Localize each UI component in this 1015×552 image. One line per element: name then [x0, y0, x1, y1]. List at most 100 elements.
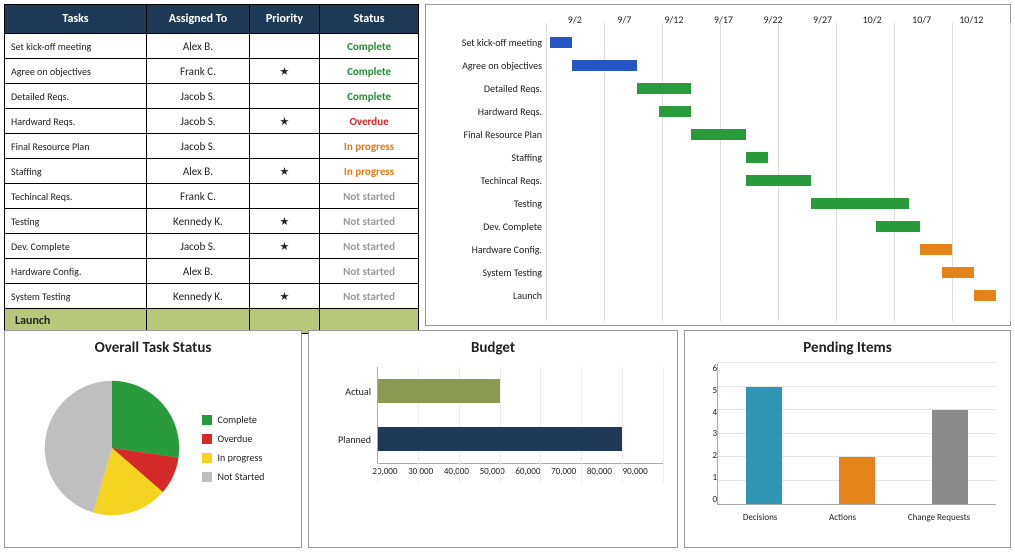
axis-tick: 0	[699, 494, 717, 505]
budget-chart-panel: Budget ActualPlanned 20,00030,00040,0005…	[308, 330, 678, 548]
axis-tick: 6	[699, 363, 717, 374]
assignee-cell: Alex B.	[147, 259, 250, 284]
gantt-row: Dev. Complete	[430, 215, 996, 238]
gantt-bar	[746, 175, 811, 186]
gantt-label: Final Resource Plan	[430, 128, 550, 141]
gantt-row: Hardware Config.	[430, 238, 996, 261]
pending-bar	[746, 387, 782, 505]
gantt-bar	[876, 221, 920, 232]
status-cell: In progress	[320, 159, 419, 184]
gantt-row: Staffing	[430, 146, 996, 169]
task-cell: Final Resource Plan	[5, 134, 147, 159]
budget-row: Actual	[323, 367, 663, 415]
gantt-row: Final Resource Plan	[430, 123, 996, 146]
status-cell: Not started	[320, 234, 419, 259]
budget-bar	[378, 379, 500, 403]
pending-bar	[932, 410, 968, 504]
gantt-label: Detailed Reqs.	[430, 82, 550, 95]
gantt-bar	[659, 106, 692, 117]
legend-item: In progress	[202, 451, 265, 464]
table-row: Techincal Reqs.Frank C. Not started	[5, 184, 419, 209]
task-cell: System Testing	[5, 284, 147, 309]
table-row: TestingKennedy K.★Not started	[5, 209, 419, 234]
task-cell: Detailed Reqs.	[5, 84, 147, 109]
priority-cell	[249, 84, 319, 109]
gantt-label: Testing	[430, 197, 550, 210]
status-cell: Complete	[320, 84, 419, 109]
gantt-bar	[572, 60, 637, 71]
assignee-cell: Frank C.	[147, 59, 250, 84]
gantt-label: Set kick-off meeting	[430, 36, 550, 49]
task-cell: Hardware Config.	[5, 259, 147, 284]
status-cell: Overdue	[320, 109, 419, 134]
axis-label: Actions	[829, 512, 856, 523]
gantt-label: Hardware Config.	[430, 243, 550, 256]
status-cell: Not started	[320, 184, 419, 209]
table-row: Agree on objectivesFrank C.★Complete	[5, 59, 419, 84]
gantt-bar	[974, 290, 996, 301]
gantt-bar	[942, 267, 975, 278]
gantt-bar	[550, 37, 572, 48]
budget-bar	[378, 427, 622, 451]
table-row: Hardward Reqs.Jacob S.★Overdue	[5, 109, 419, 134]
axis-label: Decisions	[743, 512, 777, 523]
assignee-cell: Alex B.	[147, 34, 250, 59]
priority-cell	[249, 34, 319, 59]
legend-label: In progress	[218, 451, 263, 464]
col-header: Assigned To	[147, 5, 250, 34]
legend-swatch	[202, 472, 212, 482]
col-header: Tasks	[5, 5, 147, 34]
task-cell: Set kick-off meeting	[5, 34, 147, 59]
col-header: Status	[320, 5, 419, 34]
legend-label: Complete	[218, 413, 257, 426]
legend-item: Overdue	[202, 432, 265, 445]
assignee-cell: Frank C.	[147, 184, 250, 209]
gantt-row: Detailed Reqs.	[430, 77, 996, 100]
legend-swatch	[202, 434, 212, 444]
status-cell: Not started	[320, 209, 419, 234]
budget-label: Actual	[323, 385, 377, 398]
gantt-row: Launch	[430, 284, 996, 307]
priority-cell: ★	[249, 234, 319, 259]
gantt-bar	[920, 244, 953, 255]
gantt-row: System Testing	[430, 261, 996, 284]
pie-chart	[42, 378, 182, 518]
priority-cell: ★	[249, 209, 319, 234]
gantt-row: Agree on objectives	[430, 54, 996, 77]
priority-cell	[249, 259, 319, 284]
priority-cell: ★	[249, 109, 319, 134]
priority-cell	[249, 134, 319, 159]
assignee-cell: Alex B.	[147, 159, 250, 184]
task-cell: Hardward Reqs.	[5, 109, 147, 134]
table-row: Final Resource PlanJacob S.In progress	[5, 134, 419, 159]
task-table: TasksAssigned ToPriorityStatus Set kick-…	[4, 4, 419, 334]
axis-tick: 5	[699, 385, 717, 396]
pie-legend: Complete Overdue In progress Not Started	[202, 407, 265, 489]
task-cell: Staffing	[5, 159, 147, 184]
gantt-label: Hardward Reqs.	[430, 105, 550, 118]
task-cell: Techincal Reqs.	[5, 184, 147, 209]
priority-cell: ★	[249, 159, 319, 184]
gantt-label: Techincal Reqs.	[430, 174, 550, 187]
gantt-label: Launch	[430, 289, 550, 302]
gantt-chart: 9/29/79/129/179/229/2710/210/710/12 Set …	[425, 4, 1011, 326]
assignee-cell: Jacob S.	[147, 234, 250, 259]
legend-label: Not Started	[218, 470, 265, 483]
task-cell: Agree on objectives	[5, 59, 147, 84]
gantt-bar	[691, 129, 745, 140]
legend-swatch	[202, 415, 212, 425]
gantt-row: Testing	[430, 192, 996, 215]
table-row: Hardware Config.Alex B.Not started	[5, 259, 419, 284]
axis-tick: 1	[699, 472, 717, 483]
gantt-bar	[811, 198, 909, 209]
task-cell: Testing	[5, 209, 147, 234]
gantt-label: Dev. Complete	[430, 220, 550, 233]
axis-tick: 3	[699, 428, 717, 439]
axis-tick: 4	[699, 407, 717, 418]
gantt-label: Staffing	[430, 151, 550, 164]
legend-item: Not Started	[202, 470, 265, 483]
gantt-bar	[637, 83, 691, 94]
assignee-cell: Jacob S.	[147, 134, 250, 159]
gantt-row: Hardward Reqs.	[430, 100, 996, 123]
gantt-row: Set kick-off meeting	[430, 31, 996, 54]
